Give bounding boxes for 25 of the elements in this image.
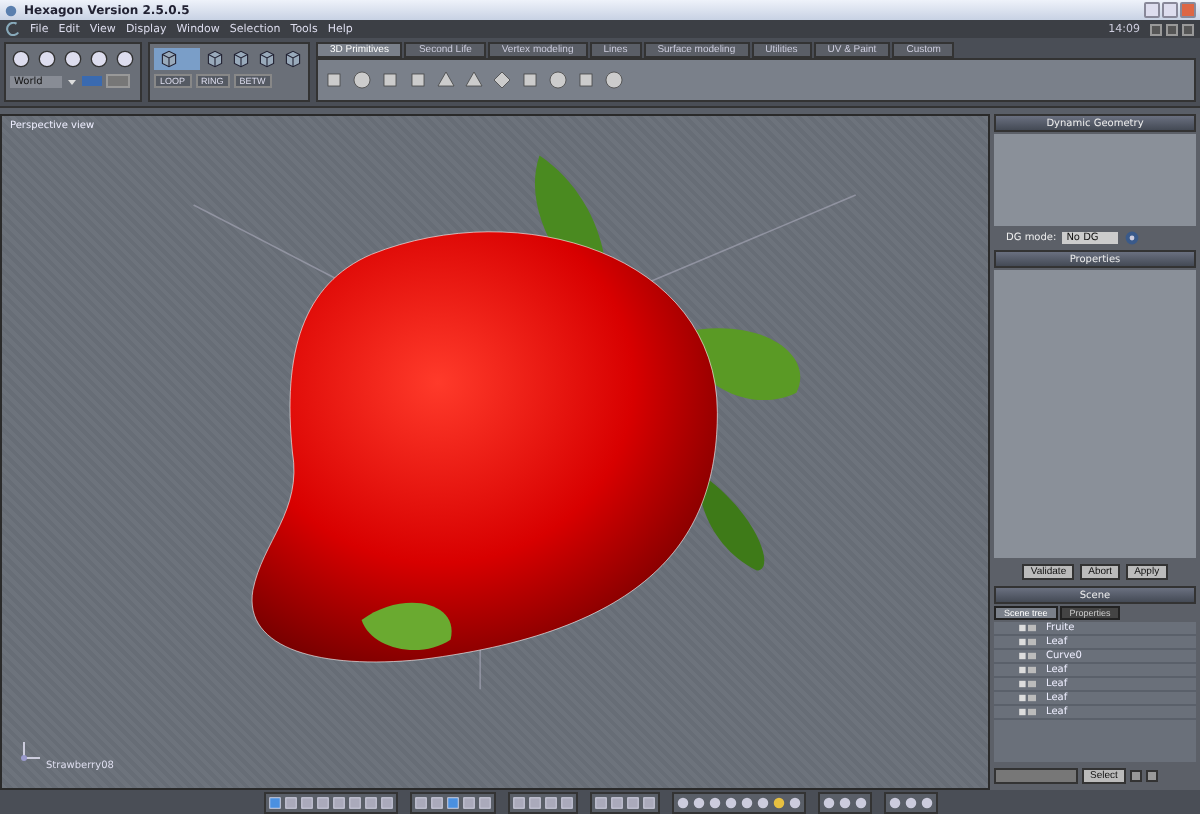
transform-tool-icon[interactable] [114, 48, 136, 70]
visibility-icon[interactable] [1018, 694, 1038, 702]
visibility-icon[interactable] [1018, 666, 1038, 674]
cube-icon[interactable] [256, 48, 278, 70]
axis-gizmo-icon [18, 736, 46, 764]
cube-icon[interactable] [154, 48, 200, 70]
cube-icon[interactable] [282, 48, 304, 70]
logo-icon [6, 22, 20, 36]
transform-tool-icon[interactable] [10, 48, 32, 70]
visibility-icon[interactable] [1018, 708, 1038, 716]
gear-icon[interactable] [1124, 230, 1141, 246]
cube-icon[interactable] [204, 48, 226, 70]
transform-tool-icon[interactable] [88, 48, 110, 70]
visibility-icon[interactable] [1018, 624, 1038, 632]
visibility-icon[interactable] [1018, 638, 1038, 646]
visibility-icon[interactable] [1018, 680, 1038, 688]
toggle-button[interactable] [82, 76, 103, 86]
visibility-icon[interactable] [1018, 652, 1038, 660]
cube-icon[interactable] [230, 48, 252, 70]
app-icon [4, 3, 18, 17]
select-field[interactable] [994, 768, 1078, 784]
transform-tool-icon[interactable] [36, 48, 58, 70]
transform-tool-icon[interactable] [62, 48, 84, 70]
toggle-button[interactable] [106, 74, 131, 88]
caret-icon[interactable] [66, 75, 79, 87]
